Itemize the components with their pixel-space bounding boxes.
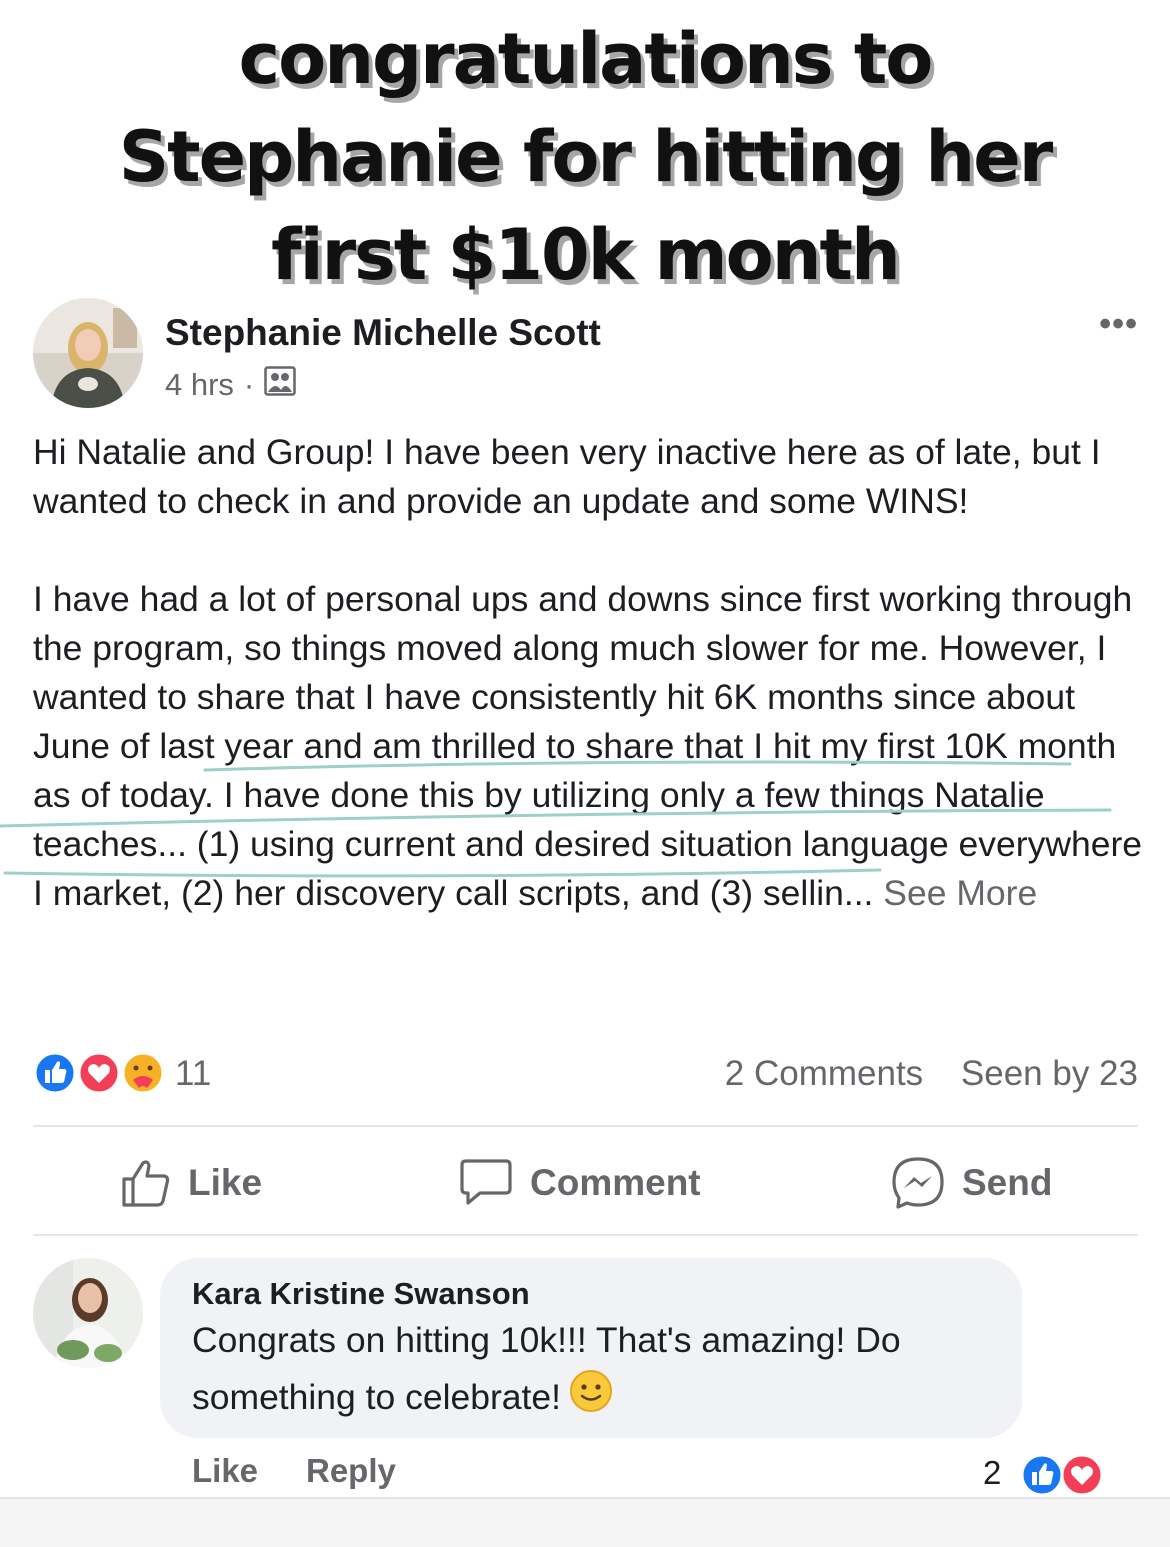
thumbs-up-icon	[122, 1160, 170, 1207]
like-button[interactable]: Like	[120, 1155, 262, 1211]
send-label: Send	[962, 1162, 1053, 1203]
headline: congratulations to Stephanie for hitting…	[0, 10, 1170, 304]
author-avatar[interactable]	[33, 298, 143, 408]
care-reaction-icon	[121, 1051, 165, 1095]
comment-like-button[interactable]: Like	[192, 1452, 258, 1490]
slightly-smiling-face-icon	[569, 1369, 613, 1430]
comment-body: Congrats on hitting 10k!!! That's amazin…	[192, 1320, 901, 1417]
post-author-name[interactable]: Stephanie Michelle Scott	[165, 312, 601, 354]
headline-line-2: Stephanie for hitting her	[118, 116, 1054, 198]
post-stats: 2 Comments Seen by 23	[725, 1054, 1138, 1094]
divider-bottom	[33, 1234, 1138, 1236]
comment-reaction-count[interactable]: 2	[983, 1454, 1001, 1492]
commenter-name[interactable]: Kara Kristine Swanson	[192, 1276, 530, 1312]
post-time[interactable]: 4 hrs	[165, 367, 234, 403]
commenter-avatar[interactable]	[33, 1258, 143, 1368]
like-reaction-icon	[33, 1051, 77, 1095]
post-body: Hi Natalie and Group! I have been very i…	[33, 428, 1143, 918]
reaction-icons[interactable]	[33, 1050, 173, 1096]
group-icon	[264, 366, 296, 404]
post-paragraph-2: I have had a lot of personal ups and dow…	[33, 575, 1143, 918]
bottom-strip	[0, 1497, 1170, 1547]
love-reaction-icon	[77, 1051, 121, 1095]
divider-top	[33, 1125, 1138, 1127]
comment-label: Comment	[530, 1162, 701, 1203]
love-reaction-icon	[1060, 1453, 1104, 1497]
headline-line-1: congratulations to	[238, 18, 934, 100]
reactions-row: 11 2 Comments Seen by 23	[33, 1048, 1138, 1098]
more-dots-icon[interactable]: •••	[1099, 305, 1138, 344]
headline-line-3: first $10k month	[271, 214, 901, 296]
comment-reaction-icons[interactable]	[1016, 1452, 1108, 1503]
reaction-count[interactable]: 11	[175, 1054, 211, 1094]
messenger-icon	[892, 1157, 944, 1209]
meta-separator: ·	[243, 367, 255, 402]
post-paragraph-2-text: I have had a lot of personal ups and dow…	[33, 579, 1143, 913]
send-button[interactable]: Send	[890, 1155, 1052, 1211]
post-paragraph-1: Hi Natalie and Group! I have been very i…	[33, 432, 1101, 521]
comment-button[interactable]: Comment	[458, 1155, 701, 1211]
comments-count-link[interactable]: 2 Comments	[725, 1054, 923, 1093]
comment-reply-button[interactable]: Reply	[306, 1452, 396, 1490]
speech-bubble-icon	[460, 1159, 512, 1205]
like-label: Like	[188, 1162, 263, 1203]
seen-by-link[interactable]: Seen by 23	[961, 1054, 1138, 1093]
post-meta: 4 hrs ·	[165, 366, 296, 404]
like-reaction-icon	[1020, 1453, 1064, 1497]
comment-text: Congrats on hitting 10k!!! That's amazin…	[192, 1312, 1002, 1430]
see-more-link[interactable]: See More	[883, 873, 1037, 913]
